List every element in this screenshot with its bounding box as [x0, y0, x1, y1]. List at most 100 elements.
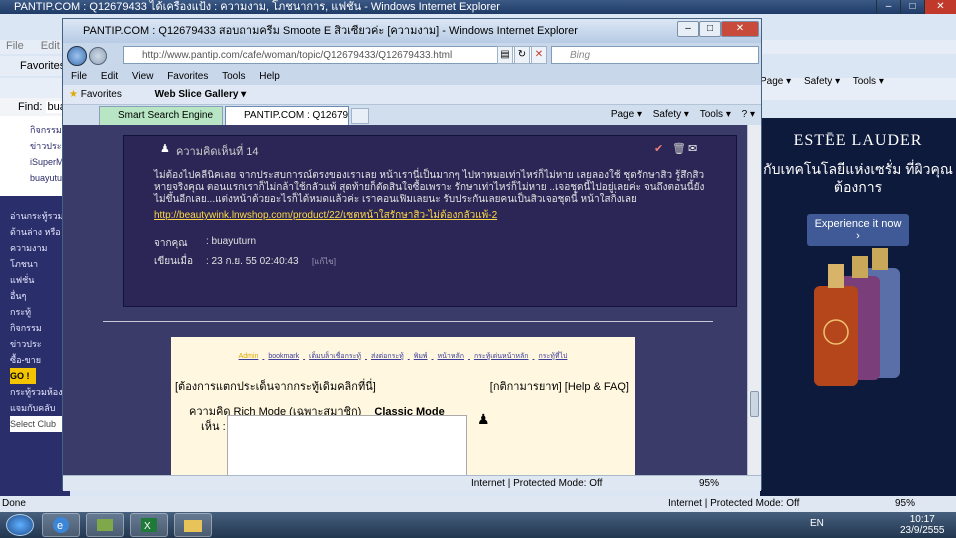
trash-icon[interactable]: 🗑 [672, 142, 686, 155]
bg-favorites-label[interactable]: Favorites [20, 60, 65, 72]
action-link[interactable]: bookmark [268, 353, 299, 360]
sidebar-lower-item: ด้านล่าง หรือ [10, 227, 61, 237]
menubar: File Edit View Favorites Tools Help [63, 69, 761, 85]
status-zone: Internet | Protected Mode: Off [471, 478, 603, 489]
bg-status-zoom[interactable]: 95% [895, 496, 915, 512]
bg-safety-menu[interactable]: Safety ▾ [804, 76, 840, 87]
tab-pantip[interactable]: PANTIP.COM : Q12679... [225, 106, 349, 125]
go-button[interactable]: GO ! [10, 368, 36, 384]
sidebar-lower-item[interactable]: อื่นๆ [10, 288, 70, 304]
search-input[interactable]: Bing [551, 46, 759, 64]
page-viewport: ♟ ความคิดเห็นที่ 14 ✔ 🗑 ✉ ไม่ต้องไปคลีนิ… [63, 125, 747, 475]
sidebar-lower-item[interactable]: ข่าวประ [10, 336, 70, 352]
tab-smart-search[interactable]: Smart Search Engine [99, 106, 223, 125]
close-button[interactable]: ✕ [721, 21, 759, 37]
background-window-controls[interactable]: – □ ✕ [876, 0, 956, 14]
bg-page-menu[interactable]: Page ▾ [760, 76, 791, 87]
action-link[interactable]: ส่งต่อกระทู้ [371, 353, 404, 360]
comment-box: ♟ ความคิดเห็นที่ 14 ✔ 🗑 ✉ ไม่ต้องไปคลีนิ… [123, 135, 737, 307]
background-favorites[interactable]: Favorites [0, 56, 70, 76]
menu-help[interactable]: Help [259, 71, 280, 82]
bg-tools-menu[interactable]: Tools ▾ [853, 76, 884, 87]
edit-link[interactable]: [แก้ไข] [312, 255, 336, 268]
command-bar: Page ▾ Safety ▾ Tools ▾ ? ▾ [373, 105, 761, 125]
clock-date: 23/9/2555 [900, 525, 945, 536]
action-link[interactable]: หน้าหลัก [438, 353, 464, 360]
web-slice-gallery[interactable]: Web Slice Gallery ▾ [155, 89, 247, 100]
taskbar-network-icon[interactable] [86, 513, 124, 537]
comment-link[interactable]: http://beautywink.lnwshop.com/product/22… [154, 208, 497, 223]
vertical-scrollbar[interactable] [747, 125, 761, 475]
rules-help-link[interactable]: [กติกามารยาท] [Help & FAQ] [490, 377, 629, 395]
sidebar-lower-item[interactable]: กระทู้รวมห้อง [10, 384, 70, 400]
menu-view[interactable]: View [132, 71, 154, 82]
taskbar-folder-icon[interactable] [174, 513, 212, 537]
user-icon: ♟ [160, 143, 170, 155]
menu-edit[interactable]: Edit [101, 71, 118, 82]
sidebar-top-box: กิจกรรม ข่าวประ iSuperM buayutu [0, 116, 70, 196]
menu-favorites[interactable]: Favorites [167, 71, 208, 82]
status-bar: Internet | Protected Mode: Off 95% [63, 475, 761, 491]
minimize-button[interactable]: – [677, 21, 699, 37]
sidebar-lower-item: อ่านกระทู้รวม [10, 211, 64, 221]
address-row: http://www.pantip.com/cafe/woman/topic/Q… [63, 43, 761, 69]
scrollbar-thumb[interactable] [750, 391, 759, 417]
sidebar-lower-item[interactable]: ความงาม [10, 240, 70, 256]
action-link[interactable]: Admin [239, 353, 259, 360]
divider [103, 321, 713, 322]
taskbar-excel-icon[interactable]: X [130, 513, 168, 537]
sidebar-lower-item[interactable]: กิจกรรม [10, 320, 70, 336]
favorites-label[interactable]: Favorites [81, 89, 122, 100]
background-find-bar[interactable]: Find: bua [0, 98, 70, 116]
sidebar-lower-item[interactable]: แฟชั่น [10, 272, 70, 288]
action-link[interactable]: เต็มบล็าเชื่อกระทู้ [309, 353, 361, 360]
favorites-star-icon[interactable]: ★ [69, 89, 78, 100]
forward-button[interactable] [89, 47, 107, 65]
tray-language[interactable]: EN [810, 518, 824, 529]
comment-field-label: เห็น : [201, 421, 226, 433]
maximize-button[interactable]: □ [900, 0, 924, 14]
favorites-bar: ★ Favorites Web Slice Gallery ▾ [63, 85, 761, 105]
safety-menu[interactable]: Safety ▾ [653, 109, 689, 120]
from-value[interactable]: : buayuturn [206, 236, 256, 247]
tools-menu[interactable]: Tools ▾ [700, 109, 731, 120]
bg-menu-edit[interactable]: Edit [41, 40, 60, 52]
address-bar[interactable]: http://www.pantip.com/cafe/woman/topic/Q… [123, 46, 547, 64]
stop-icon[interactable]: ✕ [531, 46, 547, 64]
help-menu[interactable]: ? ▾ [742, 109, 755, 120]
refresh-icon[interactable]: ↻ [514, 46, 530, 64]
ad-brand: ESTĒE LAUDER [793, 132, 923, 149]
ad-tagline: กับเทคโนโลยีแห่งเซรั่ม ที่ผิวคุณต้องการ [763, 161, 953, 195]
action-link[interactable]: กระทู้ที่ไป [538, 353, 567, 360]
vote-icon[interactable]: ✔ [654, 142, 663, 155]
sidebar-lower-item[interactable]: กระทู้ [10, 304, 70, 320]
menu-file[interactable]: File [71, 71, 87, 82]
start-button[interactable] [6, 514, 34, 536]
back-button[interactable] [67, 46, 87, 66]
window-title: PANTIP.COM : Q12679433 สอบถามครีม Smoote… [63, 19, 761, 43]
compat-view-icon[interactable]: ▤ [497, 46, 513, 64]
comment-textarea[interactable] [227, 415, 467, 475]
club-select[interactable]: Select Club [10, 416, 64, 432]
page-menu[interactable]: Page ▾ [611, 109, 642, 120]
zoom-level[interactable]: 95% [699, 476, 719, 491]
comment-heading: ความคิดเห็นที่ 14 [176, 146, 259, 158]
sidebar-lower-item[interactable]: ซื้อ-ขาย [10, 352, 70, 368]
reply-icon[interactable]: ✉ [688, 142, 697, 155]
bg-menu-file[interactable]: File [6, 40, 24, 52]
estee-lauder-ad[interactable]: ESTĒE LAUDER กับเทคโนโลยีแห่งเซรั่ม ที่ผ… [760, 118, 956, 496]
window-controls: – □ ✕ [677, 21, 759, 37]
sidebar-lower-item[interactable]: โภชนา [10, 256, 70, 272]
serum-bottles-image [814, 248, 900, 386]
tray-clock[interactable]: 10:17 23/9/2555 [900, 514, 945, 536]
menu-tools[interactable]: Tools [222, 71, 245, 82]
new-tab-button[interactable] [351, 108, 369, 124]
close-button[interactable]: ✕ [924, 0, 956, 14]
ad-experience-button[interactable]: Experience it now › [807, 214, 909, 246]
minimize-button[interactable]: – [876, 0, 900, 14]
action-link[interactable]: กระทู้เด่นหน้าหลัก [474, 353, 529, 360]
taskbar-ie-icon[interactable]: e [42, 513, 80, 537]
maximize-button[interactable]: □ [699, 21, 721, 37]
action-link[interactable]: พิมพ์ [414, 353, 428, 360]
branch-topic-link[interactable]: [ต้องการแตกประเด็นจากกระทู้เดิมคลิกที่นี… [175, 377, 376, 395]
